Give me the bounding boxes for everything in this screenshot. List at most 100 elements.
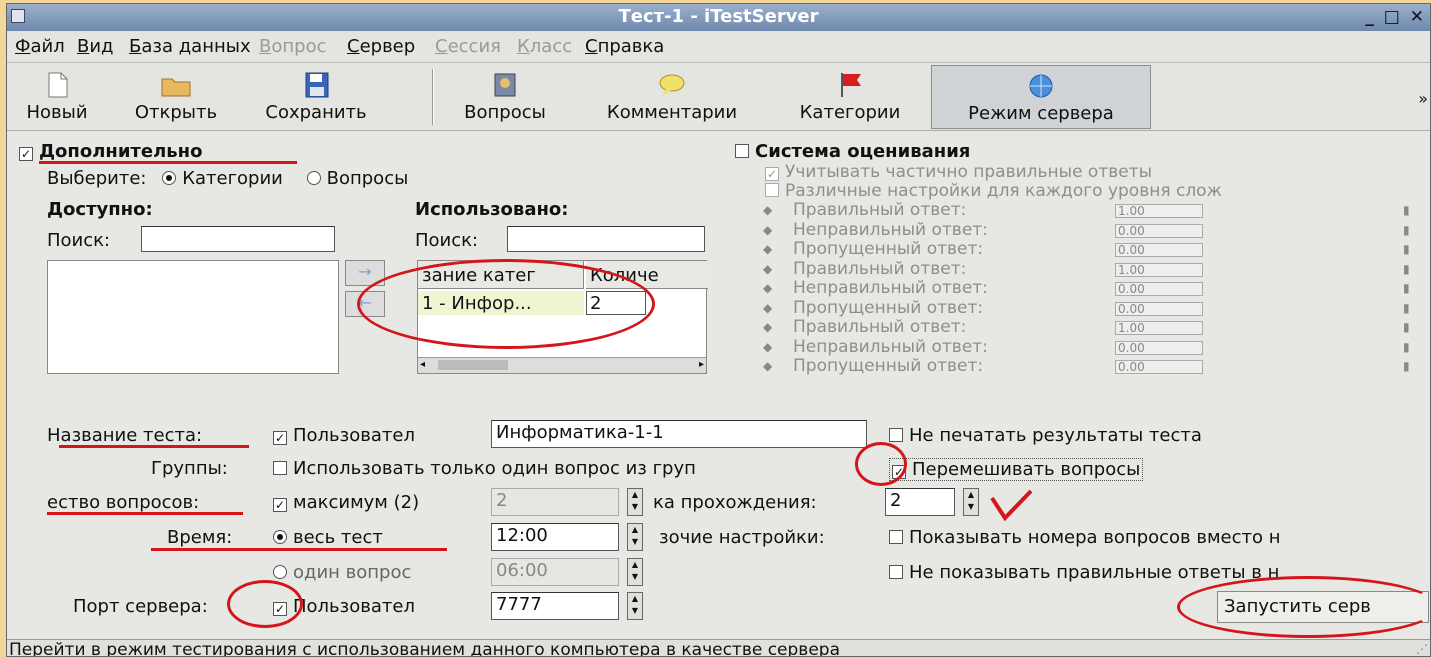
window-title: Тест-1 - iTestServer	[618, 6, 819, 27]
grading-row-value: 1.00	[1115, 204, 1203, 218]
one-question-time-input[interactable]: 06:00	[491, 558, 619, 586]
one-question-time-spinner[interactable]: ▲ ▼	[627, 558, 643, 586]
grading-row-icon: ◆	[763, 320, 773, 334]
question-count-input[interactable]: 2	[491, 488, 619, 516]
available-search-input[interactable]	[141, 226, 335, 252]
scroll-right-icon[interactable]: ▸	[699, 359, 704, 370]
folder-icon	[161, 78, 191, 97]
checkbox-empty-icon	[765, 183, 779, 197]
window-controls[interactable]: _ □ ✕	[1365, 7, 1426, 27]
server-port-label: Порт сервера:	[73, 596, 208, 617]
red-circle-annotation	[1177, 576, 1430, 638]
attempts-input[interactable]: 2	[885, 488, 955, 516]
radio-empty-icon	[273, 565, 287, 579]
whole-test-time-input[interactable]: 12:00	[491, 523, 619, 551]
comments-icon	[659, 74, 685, 96]
checkbox-empty-icon	[889, 565, 903, 579]
grading-row-spinner-icon: ▮	[1403, 359, 1410, 373]
test-name-user-checkbox[interactable]: ✓ Пользовател	[273, 425, 415, 446]
whole-test-time-spinner[interactable]: ▲ ▼	[627, 523, 643, 551]
show-numbers-checkbox[interactable]: Показывать номера вопросов вместо н	[889, 527, 1429, 548]
red-circle-annotation	[357, 259, 655, 349]
radio-questions[interactable]: Вопросы	[306, 168, 408, 189]
grading-row-icon: ◆	[763, 359, 773, 373]
menu-server[interactable]: Сервер	[347, 36, 415, 57]
time-whole-test-radio[interactable]: весь тест	[273, 527, 383, 548]
checkbox-checked-icon: ✓	[273, 431, 287, 445]
menu-session: Сессия	[435, 36, 501, 57]
attempts-spinner[interactable]: ▲ ▼	[963, 488, 979, 516]
new-document-icon	[48, 72, 68, 98]
server-port-spinner[interactable]: ▲ ▼	[627, 592, 643, 620]
question-count-label: ество вопросов:	[47, 492, 200, 513]
menu-file[interactable]: Файл	[15, 36, 65, 57]
app-window: Тест-1 - iTestServer _ □ ✕ Файл Вид База…	[6, 3, 1431, 657]
time-one-question-radio[interactable]: один вопрос	[273, 562, 411, 583]
grading-system-checkbox[interactable]: Система оценивания	[735, 141, 970, 162]
menu-database[interactable]: База данных	[129, 36, 251, 57]
globe-server-icon	[1029, 74, 1053, 98]
menu-class: Класс	[517, 36, 573, 57]
radio-empty-icon	[306, 171, 321, 185]
new-button[interactable]: Новый	[7, 65, 107, 129]
available-search-label: Поиск:	[47, 230, 111, 251]
radio-selected-icon	[273, 530, 287, 544]
menu-question: Вопрос	[259, 36, 327, 57]
grading-row-spinner-icon: ▮	[1403, 242, 1410, 256]
menu-help[interactable]: Справка	[585, 36, 664, 57]
red-underline-annotation	[151, 548, 447, 551]
used-label: Использовано:	[415, 199, 569, 220]
scroll-thumb[interactable]	[438, 360, 508, 370]
red-underline-annotation	[47, 512, 243, 515]
categories-button[interactable]: Категории	[775, 65, 925, 129]
test-name-input[interactable]: Информатика-1-1	[491, 420, 867, 448]
advanced-checkbox[interactable]: ✓ Дополнительно	[19, 141, 202, 162]
grading-row-label: Неправильный ответ:	[793, 219, 988, 240]
checkbox-empty-icon	[889, 428, 903, 442]
server-mode-button[interactable]: Режим сервера	[931, 65, 1151, 129]
red-checkmark-annotation	[990, 489, 1033, 522]
no-print-checkbox[interactable]: Не печатать результаты теста	[889, 425, 1202, 446]
open-button[interactable]: Открыть	[111, 65, 241, 129]
grading-row-value: 1.00	[1115, 262, 1203, 277]
red-underline-annotation	[59, 445, 249, 448]
comments-button[interactable]: Комментарии	[577, 65, 767, 129]
one-question-per-group-checkbox[interactable]: Использовать только один вопрос из груп	[273, 458, 865, 479]
question-count-spinner[interactable]: ▲ ▼	[627, 488, 643, 516]
save-button[interactable]: Сохранить	[245, 65, 387, 129]
questions-icon	[494, 73, 516, 97]
shuffle-questions-checkbox[interactable]: ✓ Перемешивать вопросы	[889, 458, 1144, 481]
grading-row-spinner-icon: ▮	[1403, 261, 1410, 276]
grading-row-label: Правильный ответ:	[793, 258, 967, 279]
grading-row-value: 0.00	[1115, 360, 1203, 374]
grading-row-label: Пропущенный ответ:	[793, 356, 984, 376]
grading-row-icon: ◆	[763, 222, 773, 237]
available-label: Доступно:	[47, 199, 153, 220]
horizontal-scrollbar[interactable]: ◂ ▸	[418, 357, 706, 373]
grading-row-icon: ◆	[763, 339, 773, 354]
grading-row-label: Правильный ответ:	[793, 317, 967, 337]
grading-row-value: 0.00	[1115, 282, 1203, 296]
title-bar: Тест-1 - iTestServer _ □ ✕	[7, 4, 1430, 31]
questions-button[interactable]: Вопросы	[445, 65, 565, 129]
checkbox-empty-icon	[735, 144, 749, 158]
used-search-input[interactable]	[507, 226, 705, 252]
server-port-input[interactable]: 7777	[491, 592, 619, 620]
radio-categories[interactable]: Категории	[162, 168, 283, 189]
red-underline-annotation	[39, 161, 297, 164]
grading-row-icon: ◆	[763, 300, 773, 315]
floppy-disk-icon	[305, 72, 329, 98]
grading-row-spinner-icon: ▮	[1403, 203, 1410, 217]
menu-view[interactable]: Вид	[77, 36, 114, 57]
red-circle-annotation	[855, 442, 907, 486]
groups-label: Группы:	[151, 458, 228, 479]
toolbar-overflow-icon[interactable]: »	[1418, 89, 1428, 108]
available-list[interactable]	[47, 260, 339, 374]
grading-row-value: 0.00	[1115, 243, 1203, 257]
scroll-left-icon[interactable]: ◂	[420, 359, 425, 370]
select-row: Выберите: Категории Вопросы	[47, 168, 409, 189]
per-level-checkbox: Различные настройки для каждого уровня с…	[765, 181, 1425, 201]
max-questions-checkbox[interactable]: ✓ максимум (2)	[273, 492, 419, 513]
resize-grip-icon[interactable]: ⋰	[1416, 642, 1428, 656]
grading-row-spinner-icon: ▮	[1403, 300, 1410, 315]
